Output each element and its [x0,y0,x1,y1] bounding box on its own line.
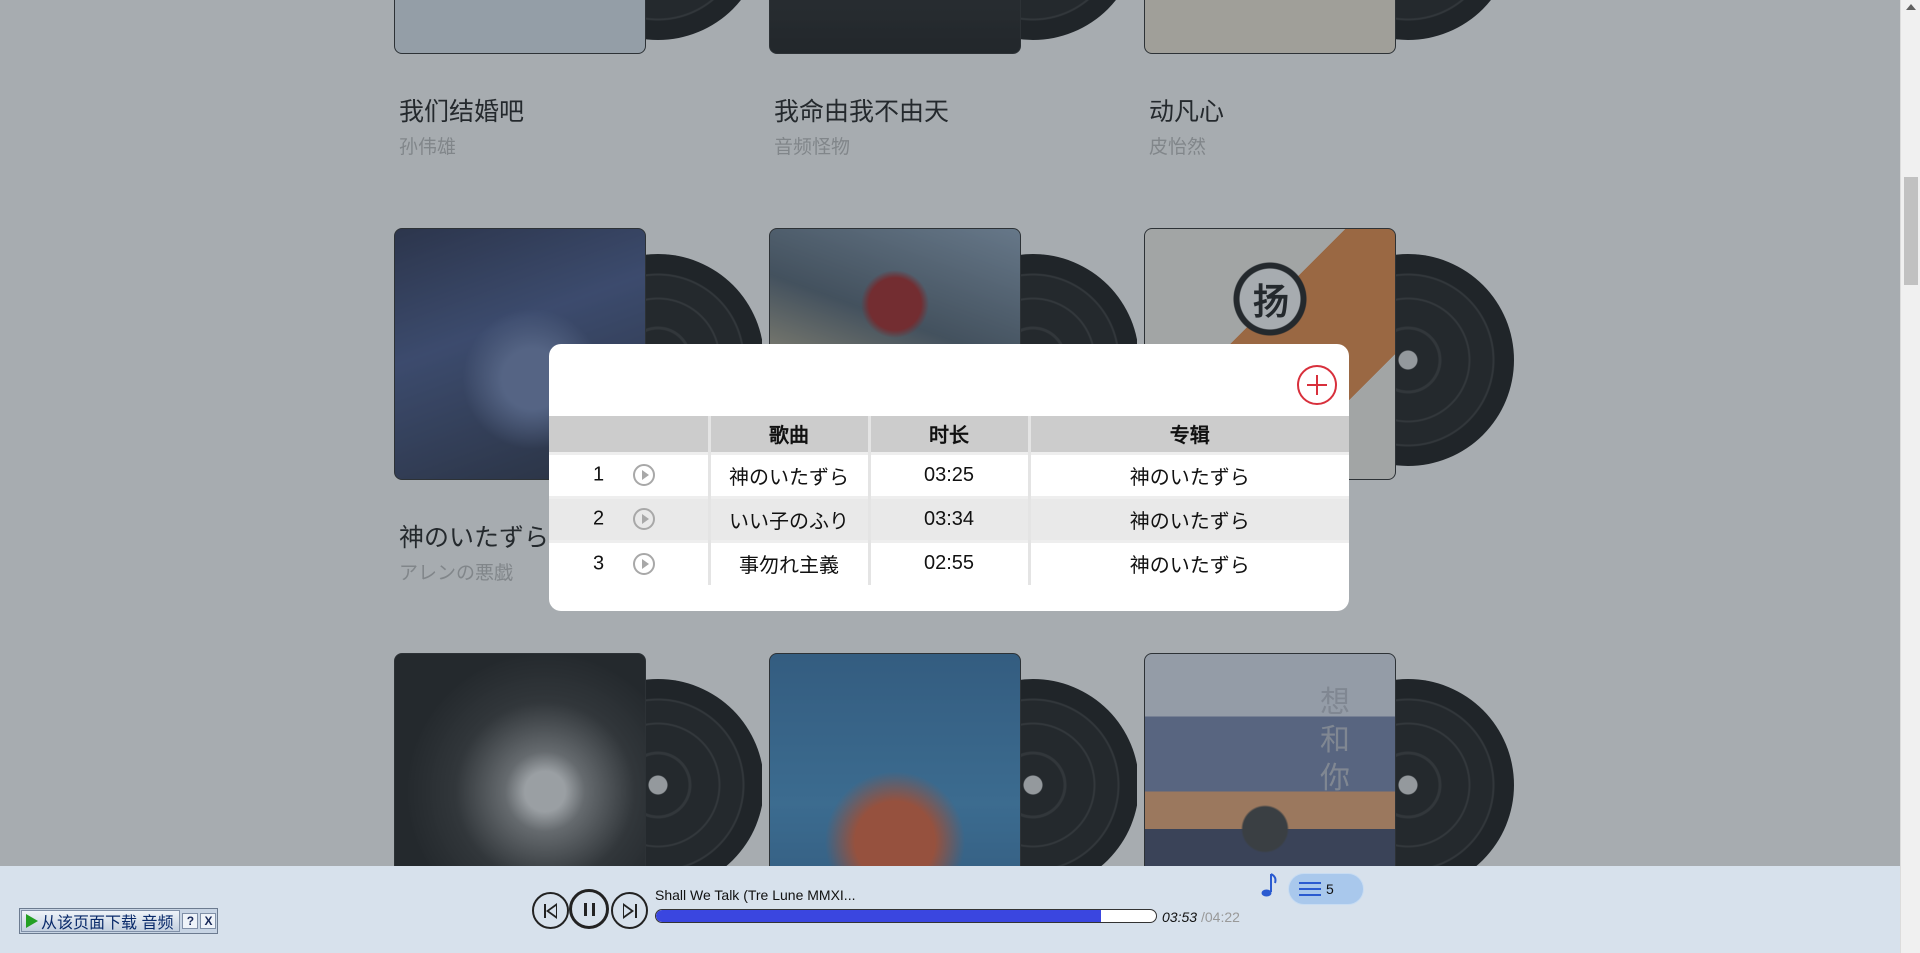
skip-next-bar [635,904,637,918]
play-icon[interactable] [633,552,655,575]
tracklist-modal: 歌曲 时长 专辑 1 神のいたずら 03:25 神のいたずら 2 いい子のふり … [549,344,1349,611]
song-cell[interactable]: いい子のふり [707,495,869,541]
current-time: 03:53 [1162,909,1198,925]
table-header-row: 歌曲 时长 专辑 [549,416,1349,453]
list-icon [1299,882,1321,896]
progress-fill [656,910,1101,922]
duration-cell: 03:25 [867,451,1029,497]
download-audio-button[interactable]: 从该页面下载 音频 [21,910,181,932]
header-album: 专辑 [1027,416,1349,453]
duration-cell: 02:55 [867,539,1029,585]
header-song: 歌曲 [707,416,869,453]
pause-icon-bar [592,903,595,916]
table-row[interactable]: 2 いい子のふり 03:34 神のいたずら [549,495,1349,541]
skip-previous-triangle [546,903,557,919]
header-duration: 时长 [867,416,1029,453]
album-cell: 神のいたずら [1027,539,1349,585]
duration-cell: 03:34 [867,495,1029,541]
play-icon[interactable] [633,464,655,486]
total-time: /04:22 [1201,909,1240,925]
previous-track-button[interactable] [532,892,569,929]
play-arrow-icon [26,914,38,928]
track-number: 1 [593,463,605,486]
track-number: 3 [593,552,605,575]
download-label: 从该页面下载 音频 [41,915,174,932]
track-number: 2 [593,507,605,530]
queue-count: 5 [1326,881,1334,897]
song-cell[interactable]: 事勿れ主義 [707,539,869,585]
index-cell: 1 [549,451,709,497]
album-cell: 神のいたずら [1027,451,1349,497]
close-toolbar-button[interactable]: X [200,913,217,929]
help-button[interactable]: ? [182,913,199,929]
skip-next-icon [623,903,634,919]
close-modal-button[interactable] [1297,365,1337,405]
album-cell: 神のいたずら [1027,495,1349,541]
playlist-queue-button[interactable]: 5 [1288,873,1364,905]
pause-button[interactable] [569,889,609,929]
download-toolbar: 从该页面下载 音频 ? X [19,908,219,934]
progress-bar[interactable] [655,909,1157,923]
index-cell: 2 [549,495,709,541]
now-playing-title: Shall We Talk (Tre Lune MMXI... [655,887,856,903]
scroll-thumb[interactable] [1904,177,1918,285]
play-icon[interactable] [633,508,655,530]
song-cell[interactable]: 神のいたずら [707,451,869,497]
pause-icon [584,903,587,916]
header-index [549,416,709,453]
next-track-button[interactable] [611,892,648,929]
table-row[interactable]: 1 神のいたずら 03:25 神のいたずら [549,451,1349,497]
table-row[interactable]: 3 事勿れ主義 02:55 神のいたずら [549,539,1349,585]
music-note-icon[interactable] [1257,871,1281,901]
page-scrollbar[interactable] [1900,0,1920,953]
music-player-bar: 从该页面下载 音频 ? X Shall We Talk (Tre Lune MM… [0,866,1900,953]
index-cell: 3 [549,539,709,585]
tracklist-table: 歌曲 时长 专辑 1 神のいたずら 03:25 神のいたずら 2 いい子のふり … [549,416,1349,585]
scroll-up-arrow-icon[interactable] [1906,4,1916,10]
